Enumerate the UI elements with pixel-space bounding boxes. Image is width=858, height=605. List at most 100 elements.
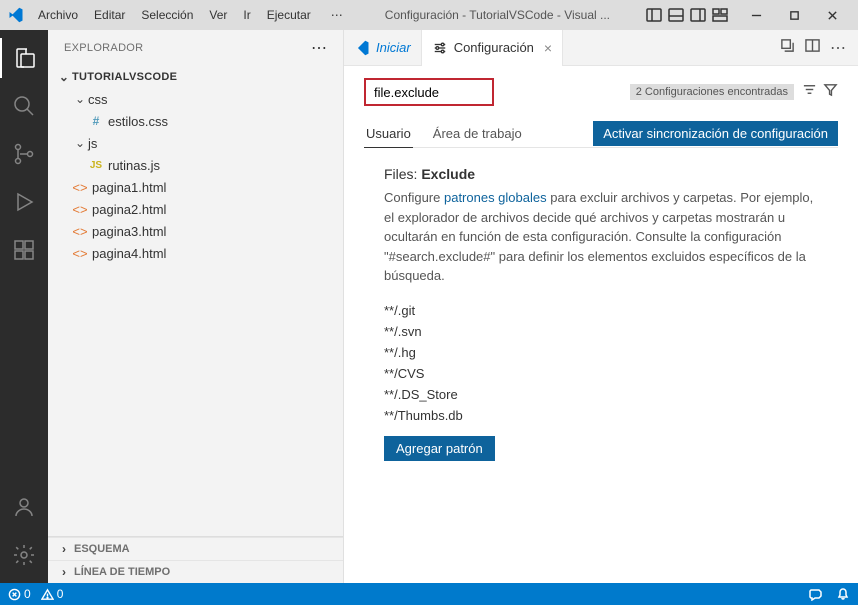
section-timeline[interactable]: › LÍNEA DE TIEMPO	[48, 560, 343, 583]
activity-search[interactable]	[0, 86, 48, 126]
pattern-item[interactable]: **/.DS_Store	[384, 384, 838, 405]
tree-file-label: estilos.css	[108, 114, 335, 129]
settings-scope-row: Usuario Área de trabajo Activar sincroni…	[364, 120, 838, 148]
setting-files-exclude: Files: Exclude Configure patrones global…	[364, 166, 838, 461]
tree-root[interactable]: ⌄ TUTORIALVSCODE	[48, 66, 343, 88]
activity-extensions[interactable]	[0, 230, 48, 270]
settings-search-input[interactable]	[364, 78, 494, 106]
chevron-right-icon: ›	[56, 542, 72, 556]
explorer-tree: ⌄ TUTORIALVSCODE ⌄ css # estilos.css ⌄ j…	[48, 66, 343, 536]
tree-folder-js[interactable]: ⌄ js	[48, 132, 343, 154]
menu-ver[interactable]: Ver	[203, 6, 233, 24]
sidebar: EXPLORADOR ⋯ ⌄ TUTORIALVSCODE ⌄ css # es…	[48, 30, 344, 583]
html-file-icon: <>	[72, 180, 88, 195]
activity-settings[interactable]	[0, 535, 48, 575]
setting-title: Files: Exclude	[384, 166, 838, 182]
titlebar: Archivo Editar Selección Ver Ir Ejecutar…	[0, 0, 858, 30]
chevron-right-icon: ›	[56, 565, 72, 579]
window-title: Configuración - TutorialVSCode - Visual …	[349, 8, 646, 22]
activity-account[interactable]	[0, 487, 48, 527]
css-file-icon: #	[88, 114, 104, 128]
tree-folder-label: js	[88, 136, 335, 151]
tab-label: Iniciar	[376, 40, 411, 55]
sidebar-title: EXPLORADOR	[64, 42, 311, 54]
pattern-item[interactable]: **/.svn	[384, 321, 838, 342]
minimize-button[interactable]	[738, 1, 774, 29]
layout-panel-right-icon[interactable]	[690, 7, 706, 23]
pattern-item[interactable]: **/CVS	[384, 363, 838, 384]
pattern-item[interactable]: **/Thumbs.db	[384, 405, 838, 426]
status-bar: 0 0	[0, 583, 858, 605]
sidebar-more-icon[interactable]: ⋯	[311, 38, 327, 58]
glob-patterns-link[interactable]: patrones globales	[444, 190, 547, 205]
tree-file-html[interactable]: <> pagina1.html	[48, 176, 343, 198]
tree-folder-label: css	[88, 92, 335, 107]
search-results-count: 2 Configuraciones encontradas	[630, 84, 794, 100]
chevron-down-icon: ⌄	[72, 136, 88, 150]
tree-file-label: pagina1.html	[92, 180, 335, 195]
tree-file-label: pagina2.html	[92, 202, 335, 217]
section-label: LÍNEA DE TIEMPO	[74, 566, 170, 578]
tree-root-label: TUTORIALVSCODE	[72, 71, 335, 83]
tab-iniciar[interactable]: Iniciar	[344, 30, 422, 66]
layout-panel-bottom-icon[interactable]	[668, 7, 684, 23]
chevron-down-icon: ⌄	[56, 70, 72, 84]
settings-body: 2 Configuraciones encontradas Usuario Ár…	[344, 66, 858, 583]
tree-folder-css[interactable]: ⌄ css	[48, 88, 343, 110]
more-actions-icon[interactable]: ⋯	[830, 38, 846, 58]
activity-source-control[interactable]	[0, 134, 48, 174]
tree-file-js[interactable]: JS rutinas.js	[48, 154, 343, 176]
activity-bar	[0, 30, 48, 583]
menu-seleccion[interactable]: Selección	[135, 6, 199, 24]
status-warning-count: 0	[57, 587, 64, 601]
chevron-down-icon: ⌄	[72, 92, 88, 106]
status-errors[interactable]: 0	[8, 587, 31, 601]
layout-customize-icon[interactable]	[712, 7, 728, 23]
maximize-button[interactable]	[776, 1, 812, 29]
scope-workspace[interactable]: Área de trabajo	[431, 120, 524, 147]
settings-search-row: 2 Configuraciones encontradas	[364, 78, 838, 106]
menu-overflow-icon[interactable]: ⋯	[325, 6, 349, 24]
vscode-icon	[354, 40, 370, 56]
section-label: ESQUEMA	[74, 543, 130, 555]
setting-prefix: Files:	[384, 166, 417, 182]
sync-settings-button[interactable]: Activar sincronización de configuración	[593, 121, 838, 146]
menu-ejecutar[interactable]: Ejecutar	[261, 6, 317, 24]
status-feedback[interactable]	[808, 587, 822, 601]
tree-file-css[interactable]: # estilos.css	[48, 110, 343, 132]
close-button[interactable]	[814, 1, 850, 29]
menu-archivo[interactable]: Archivo	[32, 6, 84, 24]
status-notifications[interactable]	[836, 587, 850, 601]
window-controls	[738, 1, 850, 29]
tab-actions: ⋯	[780, 38, 858, 58]
layout-panel-left-icon[interactable]	[646, 7, 662, 23]
tree-file-html[interactable]: <> pagina3.html	[48, 220, 343, 242]
add-pattern-button[interactable]: Agregar patrón	[384, 436, 495, 461]
tree-file-label: rutinas.js	[108, 158, 335, 173]
open-changes-icon[interactable]	[780, 38, 795, 58]
status-warnings[interactable]: 0	[41, 587, 64, 601]
clear-filters-icon[interactable]	[802, 82, 817, 102]
activity-run-debug[interactable]	[0, 182, 48, 222]
tree-file-html[interactable]: <> pagina2.html	[48, 198, 343, 220]
scope-user[interactable]: Usuario	[364, 120, 413, 148]
tabs-row: Iniciar Configuración × ⋯	[344, 30, 858, 66]
status-error-count: 0	[24, 587, 31, 601]
settings-icon	[432, 40, 448, 56]
pattern-item[interactable]: **/.hg	[384, 342, 838, 363]
menu-editar[interactable]: Editar	[88, 6, 131, 24]
tree-file-html[interactable]: <> pagina4.html	[48, 242, 343, 264]
filter-icon[interactable]	[823, 82, 838, 102]
tree-file-label: pagina3.html	[92, 224, 335, 239]
menu-ir[interactable]: Ir	[237, 6, 256, 24]
section-outline[interactable]: › ESQUEMA	[48, 537, 343, 560]
vscode-logo-icon	[8, 7, 24, 23]
pattern-item[interactable]: **/.git	[384, 300, 838, 321]
setting-description: Configure patrones globales para excluir…	[384, 188, 824, 286]
activity-explorer[interactable]	[0, 38, 48, 78]
split-editor-icon[interactable]	[805, 38, 820, 58]
close-icon[interactable]: ×	[544, 40, 552, 56]
tab-configuracion[interactable]: Configuración ×	[422, 30, 563, 66]
html-file-icon: <>	[72, 224, 88, 239]
tree-file-label: pagina4.html	[92, 246, 335, 261]
